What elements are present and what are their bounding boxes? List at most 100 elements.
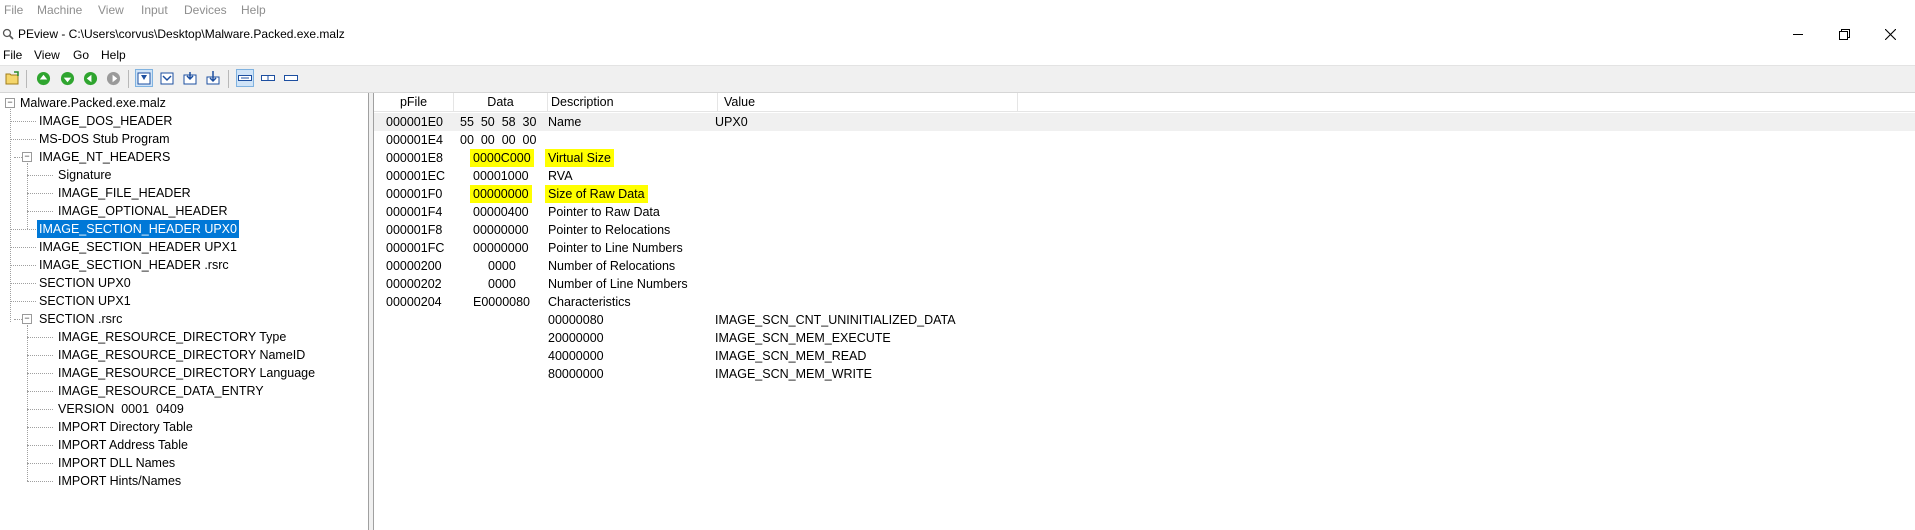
tree-item-section-upx1[interactable]: SECTION UPX1 [37,292,133,310]
tree-expander-root[interactable]: − [5,98,15,108]
tree-item-resource-dir-language[interactable]: IMAGE_RESOURCE_DIRECTORY Language [56,364,317,382]
tree-connector [10,265,36,266]
cell-value: UPX0 [715,115,748,129]
cell-value: IMAGE_SCN_CNT_UNINITIALIZED_DATA [715,313,956,327]
tree-item-optional-header[interactable]: IMAGE_OPTIONAL_HEADER [56,202,230,220]
tree-item-section-header-upx0[interactable]: IMAGE_SECTION_HEADER UPX0 [36,219,240,239]
view-dword-button[interactable] [181,69,199,87]
tree-item-dos-stub[interactable]: MS-DOS Stub Program [37,130,172,148]
tree-item-signature[interactable]: Signature [56,166,114,184]
tree-connector [10,121,36,122]
cell-pfile: 000001E0 [386,115,444,129]
tree-connector [27,445,53,446]
table-row[interactable]: 000001E8 0000C000 Virtual Size [374,149,1915,167]
cell-data: 00001000 [473,169,529,183]
table-row[interactable]: 00000202 0000 Number of Line Numbers [374,275,1915,293]
menu-view[interactable]: View [34,48,60,62]
close-button[interactable] [1868,22,1912,46]
vm-menu-devices[interactable]: Devices [184,3,227,17]
cell-data: 00000000 [473,223,529,237]
forward-button[interactable] [104,69,122,87]
table-row[interactable]: 000001F8 00000000 Pointer to Relocations [374,221,1915,239]
table-row[interactable]: 000001F4 00000400 Pointer to Raw Data [374,203,1915,221]
tree-item-file-header[interactable]: IMAGE_FILE_HEADER [56,184,193,202]
tree-connector [27,193,53,194]
tree-item-import-hints-names[interactable]: IMPORT Hints/Names [56,472,183,490]
back-button[interactable] [81,69,99,87]
vm-menu-input[interactable]: Input [141,3,168,17]
tree-connector [10,247,36,248]
cell-pfile: 000001EC [386,169,446,183]
table-row[interactable]: 000001F0 00000000 Size of Raw Data [374,185,1915,203]
tree-item-section-header-upx1[interactable]: IMAGE_SECTION_HEADER UPX1 [37,238,239,256]
minimize-button[interactable] [1776,22,1820,46]
table-row[interactable]: 80000000 IMAGE_SCN_MEM_WRITE [374,365,1915,383]
vm-menu-machine[interactable]: Machine [37,3,82,17]
cell-data: 0000 [488,277,516,291]
view-text-button[interactable] [282,69,300,87]
view-word-button[interactable] [158,69,176,87]
back-icon [83,71,97,85]
details-list[interactable]: pFile Data Description Value 000001E0 55 … [374,93,1915,530]
tree-item-import-dll-names[interactable]: IMPORT DLL Names [56,454,177,472]
up-button[interactable] [34,69,52,87]
tree-item-section-upx0[interactable]: SECTION UPX0 [37,274,133,292]
tree-item-nt-headers[interactable]: IMAGE_NT_HEADERS [37,148,172,166]
view-text-icon [284,75,298,81]
table-row[interactable]: 000001E0 55 50 58 30 Name UPX0 [374,113,1915,131]
table-row[interactable]: 40000000 IMAGE_SCN_MEM_READ [374,347,1915,365]
tree-connector [27,337,53,338]
tree-item-dos-header[interactable]: IMAGE_DOS_HEADER [37,112,174,130]
table-row[interactable]: 000001E4 00 00 00 00 [374,131,1915,149]
list-header: pFile Data Description Value [374,93,1915,112]
down-button[interactable] [58,69,76,87]
tree-item-version[interactable]: VERSION 0001 0409 [56,400,186,418]
view-details-button[interactable] [236,69,254,87]
menu-go[interactable]: Go [73,48,89,62]
cell-pfile: 00000200 [386,259,442,273]
cell-description: Number of Relocations [548,259,676,273]
table-row[interactable]: 00000200 0000 Number of Relocations [374,257,1915,275]
column-header-value[interactable]: Value [718,93,1018,111]
open-button[interactable] [4,69,22,87]
tree-item-resource-data-entry[interactable]: IMAGE_RESOURCE_DATA_ENTRY [56,382,266,400]
table-row[interactable]: 00000080 IMAGE_SCN_CNT_UNINITIALIZED_DATA [374,311,1915,329]
tree-connector [27,463,53,464]
column-header-description[interactable]: Description [548,93,718,111]
view-qword-button[interactable] [204,69,222,87]
cell-pfile: 00000202 [386,277,442,291]
view-hex-button[interactable] [259,69,277,87]
tree-expander-section-rsrc[interactable]: − [22,314,32,324]
table-row[interactable]: 000001EC 00001000 RVA [374,167,1915,185]
menu-help[interactable]: Help [101,48,126,62]
table-row[interactable]: 00000204 E0000080 Characteristics [374,293,1915,311]
tree-item-resource-dir-type[interactable]: IMAGE_RESOURCE_DIRECTORY Type [56,328,288,346]
tree-connector [27,325,28,481]
tree-item-section-header-rsrc[interactable]: IMAGE_SECTION_HEADER .rsrc [37,256,231,274]
column-header-data[interactable]: Data [454,93,548,111]
vm-menu-view[interactable]: View [98,3,124,17]
cell-description: Size of Raw Data [545,185,648,203]
column-header-pfile[interactable]: pFile [374,93,454,111]
tree-item-resource-dir-nameid[interactable]: IMAGE_RESOURCE_DIRECTORY NameID [56,346,307,364]
structure-tree[interactable]: − − − Malware.Packed.exe.malz IMAGE_DOS_… [0,93,369,530]
tree-item-import-address-table[interactable]: IMPORT Address Table [56,436,190,454]
toolbar [0,65,1915,93]
cell-data: E0000080 [473,295,531,309]
tree-expander-nt-headers[interactable]: − [22,152,32,162]
tree-connector [10,301,36,302]
vm-menu-help[interactable]: Help [241,3,266,17]
tree-connector [14,319,22,320]
vm-menu-file[interactable]: File [4,3,23,17]
table-row[interactable]: 000001FC 00000000 Pointer to Line Numbers [374,239,1915,257]
view-byte-button[interactable] [135,69,153,87]
cell-pfile: 000001FC [386,241,445,255]
cell-pfile: 000001F8 [386,223,443,237]
cell-pfile: 00000204 [386,295,442,309]
table-row[interactable]: 20000000 IMAGE_SCN_MEM_EXECUTE [374,329,1915,347]
menu-file[interactable]: File [3,48,22,62]
tree-item-root[interactable]: Malware.Packed.exe.malz [18,94,168,112]
tree-item-import-directory-table[interactable]: IMPORT Directory Table [56,418,195,436]
restore-button[interactable] [1822,22,1866,46]
tree-item-section-rsrc[interactable]: SECTION .rsrc [37,310,124,328]
